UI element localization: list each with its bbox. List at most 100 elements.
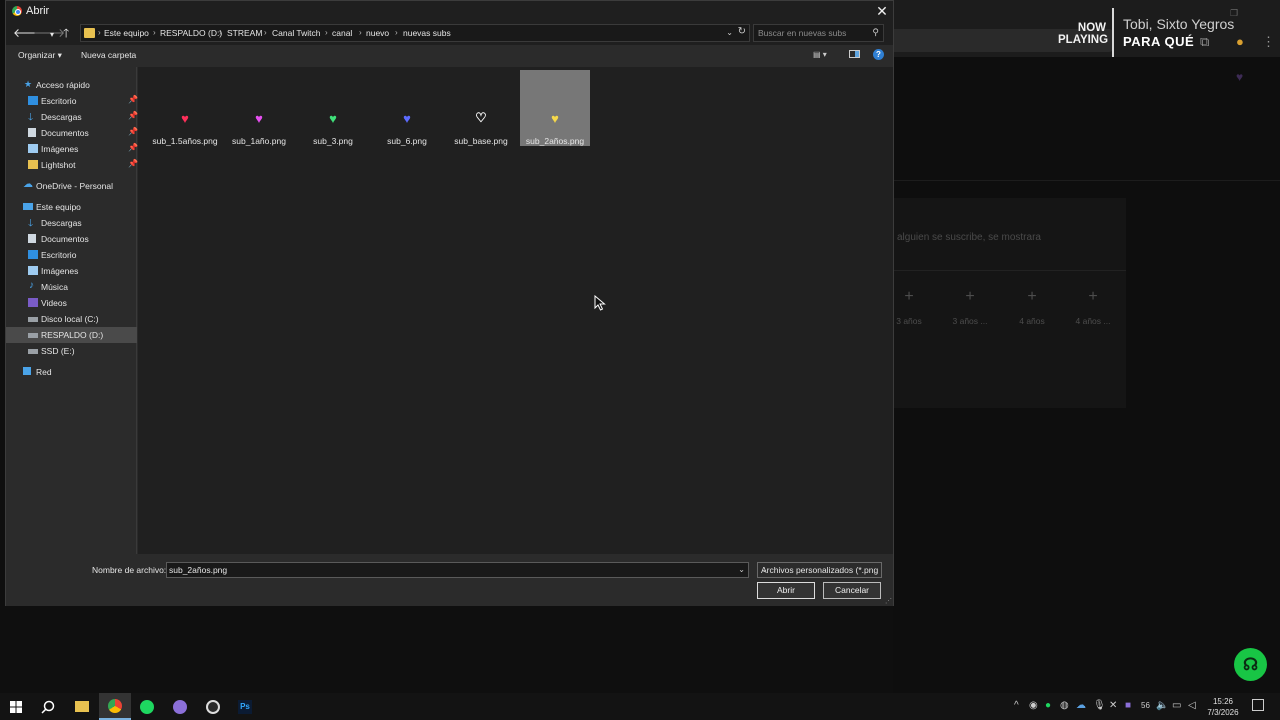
breadcrumb-separator-icon[interactable]: › (219, 28, 222, 37)
speaker-icon[interactable]: ◁ (1188, 700, 1196, 711)
menu-icon[interactable]: ⋮ (1262, 34, 1275, 50)
breadcrumb-item[interactable]: nuevo (366, 28, 389, 38)
breadcrumb-separator-icon[interactable]: › (264, 28, 267, 37)
sidebar-item-network[interactable]: Red (6, 364, 137, 380)
sub-slot[interactable]: +4 años ... (1068, 288, 1118, 326)
twitch-heart-thumbnail-icon: ♥ (403, 110, 411, 126)
sidebar-item-pictures[interactable]: Imágenes 📌 (6, 141, 138, 157)
sidebar-item-drive-e[interactable]: SSD (E:) (6, 343, 137, 359)
sidebar-item-desktop[interactable]: Escritorio 📌 (6, 93, 138, 109)
pin-icon[interactable]: 📌 (128, 143, 138, 152)
system-clock[interactable]: 15:26 7/3/2026 (1204, 696, 1242, 718)
address-dropdown-icon[interactable]: ⌄ (726, 28, 733, 37)
breadcrumb-item[interactable]: RESPALDO (D:) (160, 28, 222, 38)
taskbar-photoshop[interactable]: Ps (229, 693, 261, 720)
breadcrumb-separator-icon[interactable]: › (325, 28, 328, 37)
tray-microphone-icon[interactable]: 🎙 (1093, 700, 1106, 711)
sidebar-item-drive-d[interactable]: RESPALDO (D:) (6, 327, 137, 343)
refresh-icon[interactable]: ↻ (738, 26, 746, 37)
start-button[interactable] (0, 693, 32, 720)
sidebar-item-pc-downloads[interactable]: 🡓 Descargas (6, 215, 137, 231)
extensions-icon[interactable]: ⧉ (1200, 34, 1209, 50)
organize-button[interactable]: Organizar ▾ (18, 50, 62, 61)
file-item[interactable]: ♥ sub_2años.png (520, 70, 590, 146)
now-playing-song: PARA QUÉ (1123, 34, 1195, 49)
preview-pane-icon[interactable] (849, 50, 860, 58)
tray-number[interactable]: 56 (1141, 701, 1150, 710)
sidebar-item-lightshot[interactable]: Lightshot 📌 (6, 157, 138, 173)
taskbar-spotify[interactable] (131, 693, 163, 720)
extension-avatar-icon[interactable]: ● (1236, 34, 1244, 49)
up-arrow-icon[interactable]: 🡑 (63, 25, 69, 41)
sidebar-item-videos[interactable]: Videos (6, 295, 137, 311)
pin-icon[interactable]: 📌 (128, 95, 138, 104)
support-chat-button[interactable]: ☊ (1234, 648, 1267, 681)
help-icon[interactable]: ? (873, 49, 884, 60)
tray-tool-icon[interactable]: ✕ (1109, 700, 1117, 711)
breadcrumb-separator-icon[interactable]: › (359, 28, 362, 37)
taskbar-discord[interactable] (164, 693, 196, 720)
breadcrumb-item[interactable]: Este equipo (104, 28, 149, 38)
file-item[interactable]: ♥ sub_1.5años.png (150, 70, 220, 147)
network-icon[interactable]: ▭ (1172, 700, 1181, 711)
pin-icon[interactable]: 📌 (128, 111, 138, 120)
taskbar-obs[interactable] (197, 693, 229, 720)
resize-grip-icon[interactable]: ⋰ (885, 597, 892, 605)
sidebar-item-onedrive[interactable]: ☁ OneDrive - Personal (6, 178, 137, 194)
tray-overflow-icon[interactable]: ^ (1014, 700, 1019, 711)
taskbar-chrome[interactable] (99, 693, 131, 720)
breadcrumb-separator-icon[interactable]: › (153, 28, 156, 37)
chevron-down-icon[interactable]: ⌄ (738, 565, 745, 574)
file-type-select[interactable]: Archivos personalizados (*.png ⌄ (757, 562, 882, 578)
search-box[interactable]: ⚲ (753, 24, 884, 42)
new-folder-button[interactable]: Nueva carpeta (81, 50, 136, 60)
plus-icon: + (1088, 288, 1098, 305)
breadcrumb-separator-icon[interactable]: › (98, 28, 101, 37)
sidebar-item-music[interactable]: ♪ Música (6, 279, 137, 295)
breadcrumb-separator-icon[interactable]: › (395, 28, 398, 37)
file-item[interactable]: ♥ sub_1año.png (224, 70, 294, 147)
file-explorer-icon (75, 701, 89, 712)
change-view-icon[interactable]: ▤ ▾ (813, 50, 835, 59)
search-taskbar-button[interactable] (32, 693, 64, 720)
file-item[interactable]: ♡ sub_base.png (446, 70, 516, 146)
file-item[interactable]: ♥ sub_3.png (298, 70, 368, 147)
notifications-icon[interactable] (1252, 699, 1264, 711)
sidebar-item-pc-desktop[interactable]: Escritorio (6, 247, 137, 263)
cancel-button[interactable]: Cancelar (823, 582, 881, 599)
breadcrumb-item[interactable]: nuevas subs (403, 28, 451, 38)
filename-input[interactable] (169, 565, 729, 575)
recent-locations-chevron-icon[interactable]: ▾ (50, 27, 54, 43)
tray-steam-icon[interactable]: ◍ (1060, 700, 1069, 711)
file-item[interactable]: ♥ sub_6.png (372, 70, 442, 147)
search-input[interactable] (758, 28, 868, 38)
filename-combobox[interactable]: ⌄ (166, 562, 749, 578)
sidebar-item-pc-documents[interactable]: Documentos (6, 231, 137, 247)
close-button[interactable]: ✕ (871, 1, 893, 21)
download-icon: 🡓 (28, 218, 34, 229)
volume-icon[interactable]: 🔈 (1156, 700, 1168, 711)
tray-app-icon[interactable]: ■ (1125, 700, 1131, 711)
sidebar-item-this-pc[interactable]: Este equipo (6, 199, 137, 215)
sub-slot[interactable]: +3 años ... (945, 288, 995, 326)
tray-spotify-icon[interactable]: ● (1045, 700, 1051, 711)
tray-cloud-icon[interactable]: ☁ (1076, 700, 1086, 711)
dialog-titlebar[interactable]: Abrir ✕ (6, 1, 893, 21)
sidebar-item-documents[interactable]: Documentos 📌 (6, 125, 138, 141)
search-icon[interactable]: ⚲ (872, 27, 879, 38)
breadcrumb-item[interactable]: canal (332, 28, 352, 38)
address-bar[interactable]: › Este equipo › RESPALDO (D:) › STREAM ›… (80, 24, 750, 42)
pin-icon[interactable]: 📌 (128, 127, 138, 136)
taskbar-file-explorer[interactable] (66, 693, 98, 720)
sidebar-item-pc-pictures[interactable]: Imágenes (6, 263, 137, 279)
sidebar-item-quick-access[interactable]: ★ Acceso rápido (6, 77, 137, 93)
breadcrumb-item[interactable]: Canal Twitch (272, 28, 321, 38)
open-button[interactable]: Abrir (757, 582, 815, 599)
sidebar-item-drive-c[interactable]: Disco local (C:) (6, 311, 137, 327)
tray-app-icon[interactable]: ◉ (1029, 700, 1038, 711)
sub-slot[interactable]: +4 años (1007, 288, 1057, 326)
breadcrumb-item[interactable]: STREAM (227, 28, 262, 38)
pin-icon[interactable]: 📌 (128, 159, 138, 168)
sidebar-item-downloads[interactable]: 🡓 Descargas 📌 (6, 109, 138, 125)
restore-icon[interactable]: ❐ (1230, 8, 1238, 19)
